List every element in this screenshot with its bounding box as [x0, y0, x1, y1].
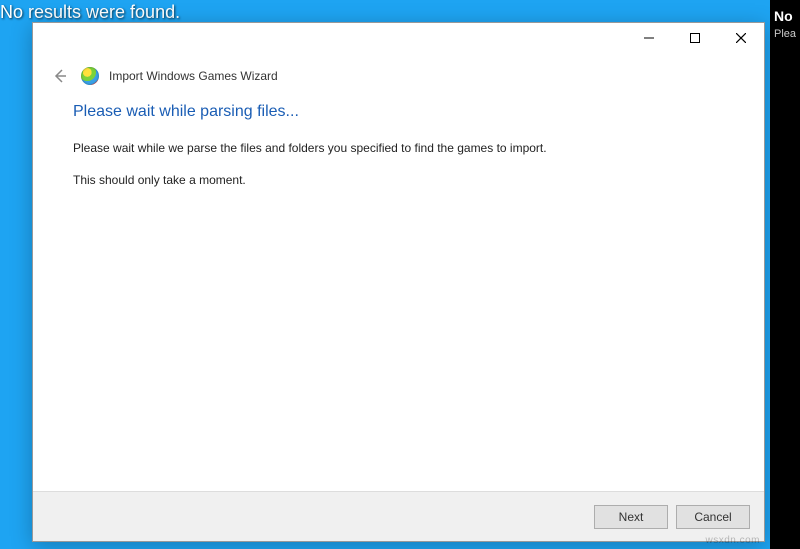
wizard-content: Please wait while parsing files... Pleas… — [33, 101, 764, 491]
wizard-dialog: Import Windows Games Wizard Please wait … — [32, 22, 765, 542]
minimize-icon — [644, 33, 654, 43]
button-bar: Next Cancel — [33, 491, 764, 541]
note-text: This should only take a moment. — [73, 171, 724, 189]
page-headline: Please wait while parsing files... — [73, 103, 724, 121]
close-icon — [736, 33, 746, 43]
wizard-title: Import Windows Games Wizard — [109, 69, 278, 83]
wizard-header: Import Windows Games Wizard — [33, 63, 764, 101]
windows-logo-icon — [81, 67, 99, 85]
back-button[interactable] — [49, 65, 71, 87]
side-panel-subtitle: Plea — [774, 28, 796, 40]
side-panel-title: No — [774, 8, 796, 24]
watermark-text: wsxdn.com — [705, 535, 760, 546]
desktop-status-text: No results were found. — [0, 0, 180, 23]
maximize-icon — [690, 33, 700, 43]
titlebar — [33, 23, 764, 63]
close-button[interactable] — [718, 23, 764, 53]
description-text: Please wait while we parse the files and… — [73, 139, 724, 157]
side-panel: No Plea — [770, 0, 800, 549]
next-button[interactable]: Next — [594, 505, 668, 529]
cancel-button[interactable]: Cancel — [676, 505, 750, 529]
maximize-button[interactable] — [672, 23, 718, 53]
minimize-button[interactable] — [626, 23, 672, 53]
back-arrow-icon — [52, 68, 68, 84]
